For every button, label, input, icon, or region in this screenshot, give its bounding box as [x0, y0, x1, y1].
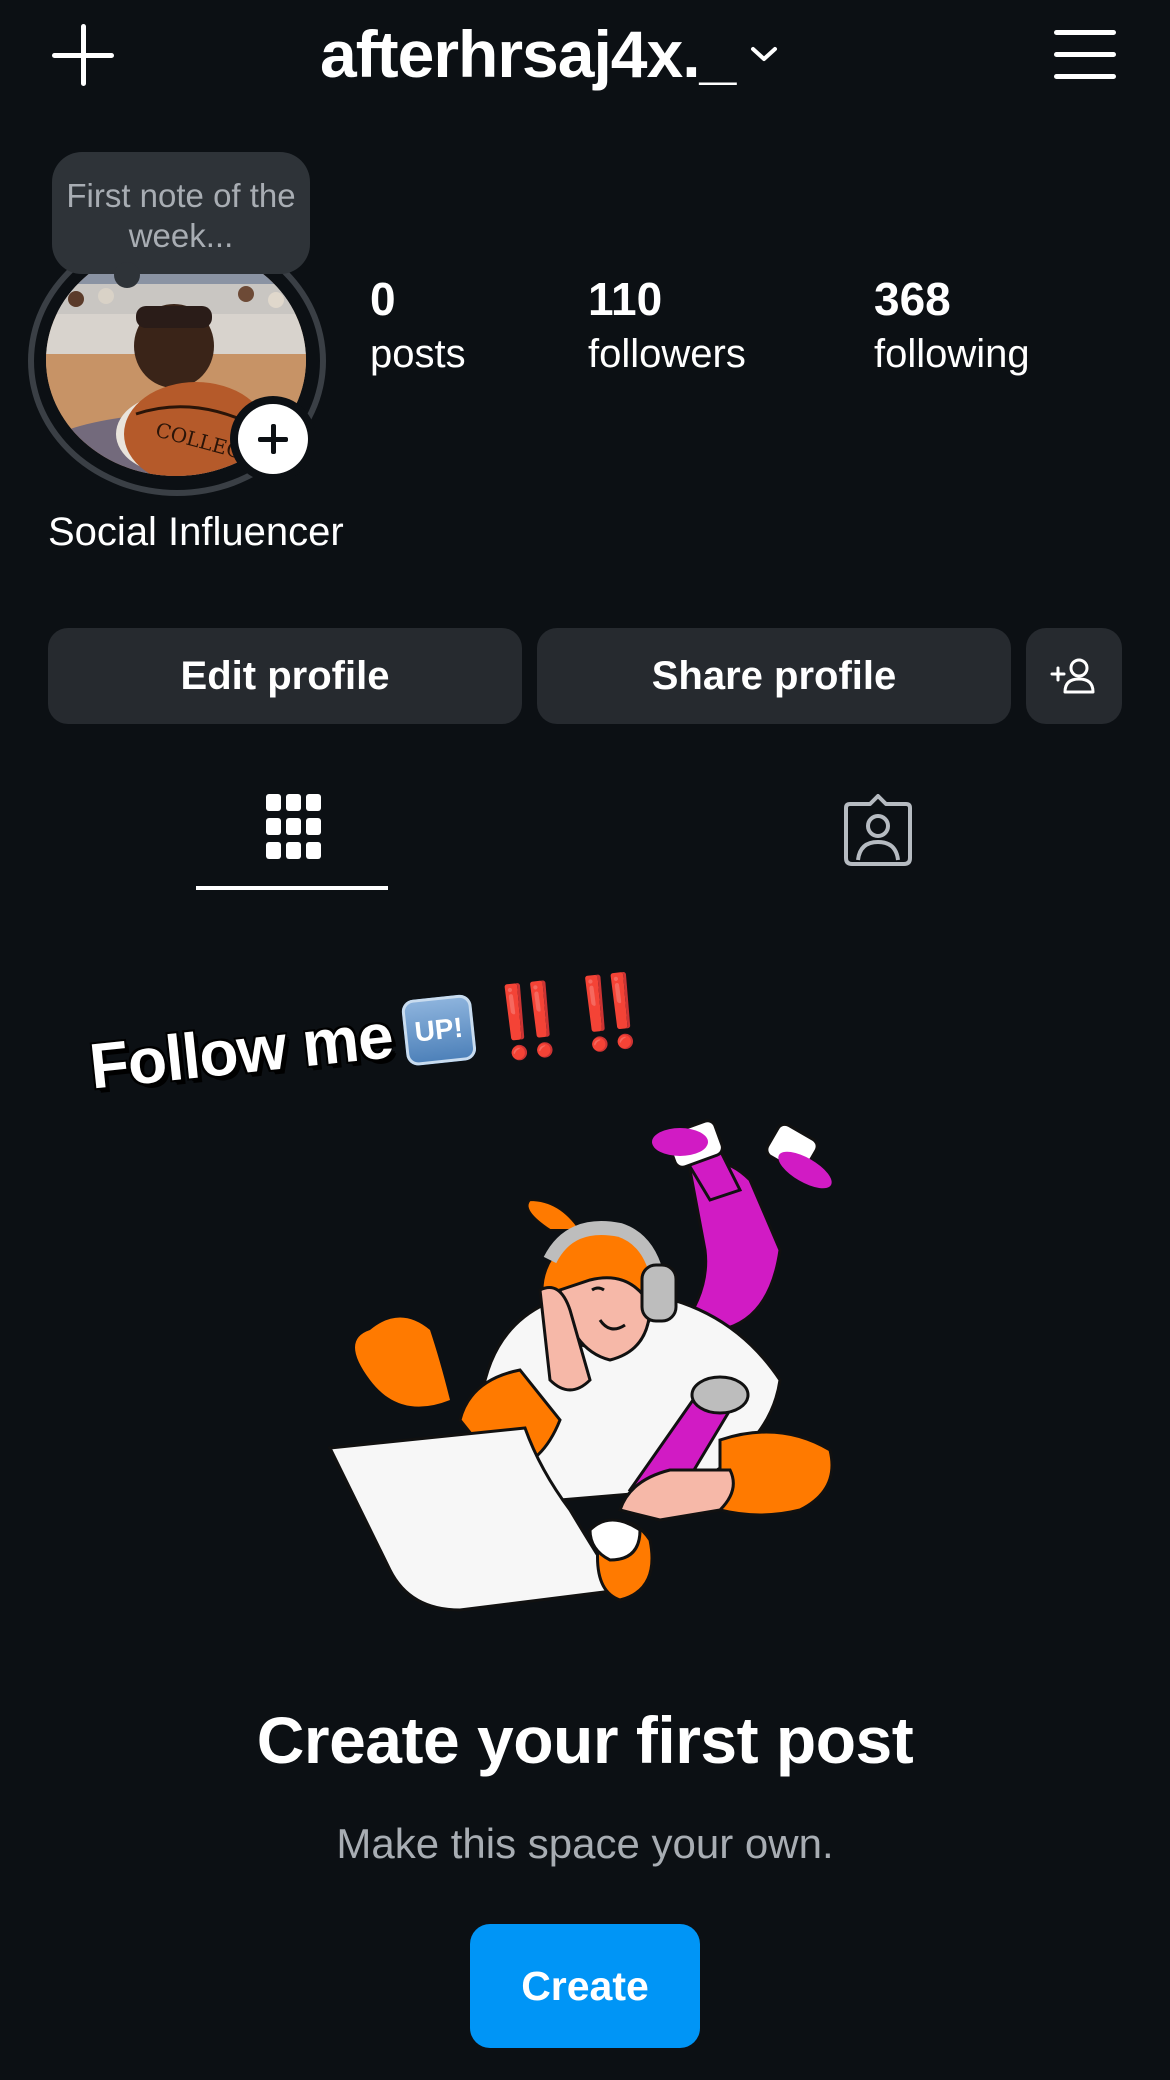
followers-count: 110 [588, 273, 663, 325]
chevron-down-icon [751, 47, 778, 61]
stat-following[interactable]: 368 following [874, 272, 1030, 382]
active-tab-indicator [196, 886, 388, 890]
hamburger-menu-icon[interactable] [1054, 28, 1116, 80]
exclamation-marks: ‼️‼️ [481, 969, 652, 1064]
empty-state-title: Create your first post [256, 1703, 914, 1777]
note-bubble[interactable]: First note of the week... [52, 152, 310, 288]
add-story-button[interactable] [230, 396, 316, 482]
add-person-icon [1050, 658, 1095, 694]
tab-tagged[interactable] [780, 780, 976, 880]
bio-category: Social Influencer [48, 510, 344, 554]
stat-posts[interactable]: 0 posts [370, 272, 466, 382]
share-profile-button[interactable]: Share profile [537, 628, 1011, 724]
tagged-person-icon [844, 794, 912, 866]
followers-label: followers [588, 332, 746, 376]
edit-profile-button[interactable]: Edit profile [48, 628, 522, 724]
follow-me-sticker: Follow me UP! ‼️‼️ [86, 969, 652, 1103]
account-switcher[interactable]: afterhrsaj4x._ [320, 14, 779, 94]
create-button[interactable]: Create [470, 1924, 700, 2048]
username: afterhrsaj4x._ [320, 17, 736, 91]
empty-state-subtitle: Make this space your own. [336, 1820, 834, 1867]
posts-label: posts [370, 332, 466, 376]
grid-icon [266, 794, 321, 859]
sticker-text: Follow me [86, 999, 396, 1103]
tab-grid[interactable] [196, 780, 388, 880]
posts-count: 0 [370, 273, 396, 325]
discover-people-button[interactable] [1026, 628, 1122, 724]
note-text: First note of the week... [66, 177, 296, 254]
following-label: following [874, 332, 1030, 376]
following-count: 368 [874, 273, 951, 325]
up-badge: UP! [400, 993, 478, 1067]
stat-followers[interactable]: 110 followers [588, 272, 746, 382]
new-post-plus-icon[interactable] [50, 22, 116, 88]
create-post-illustration [327, 1119, 834, 1612]
plus-icon [238, 404, 308, 474]
